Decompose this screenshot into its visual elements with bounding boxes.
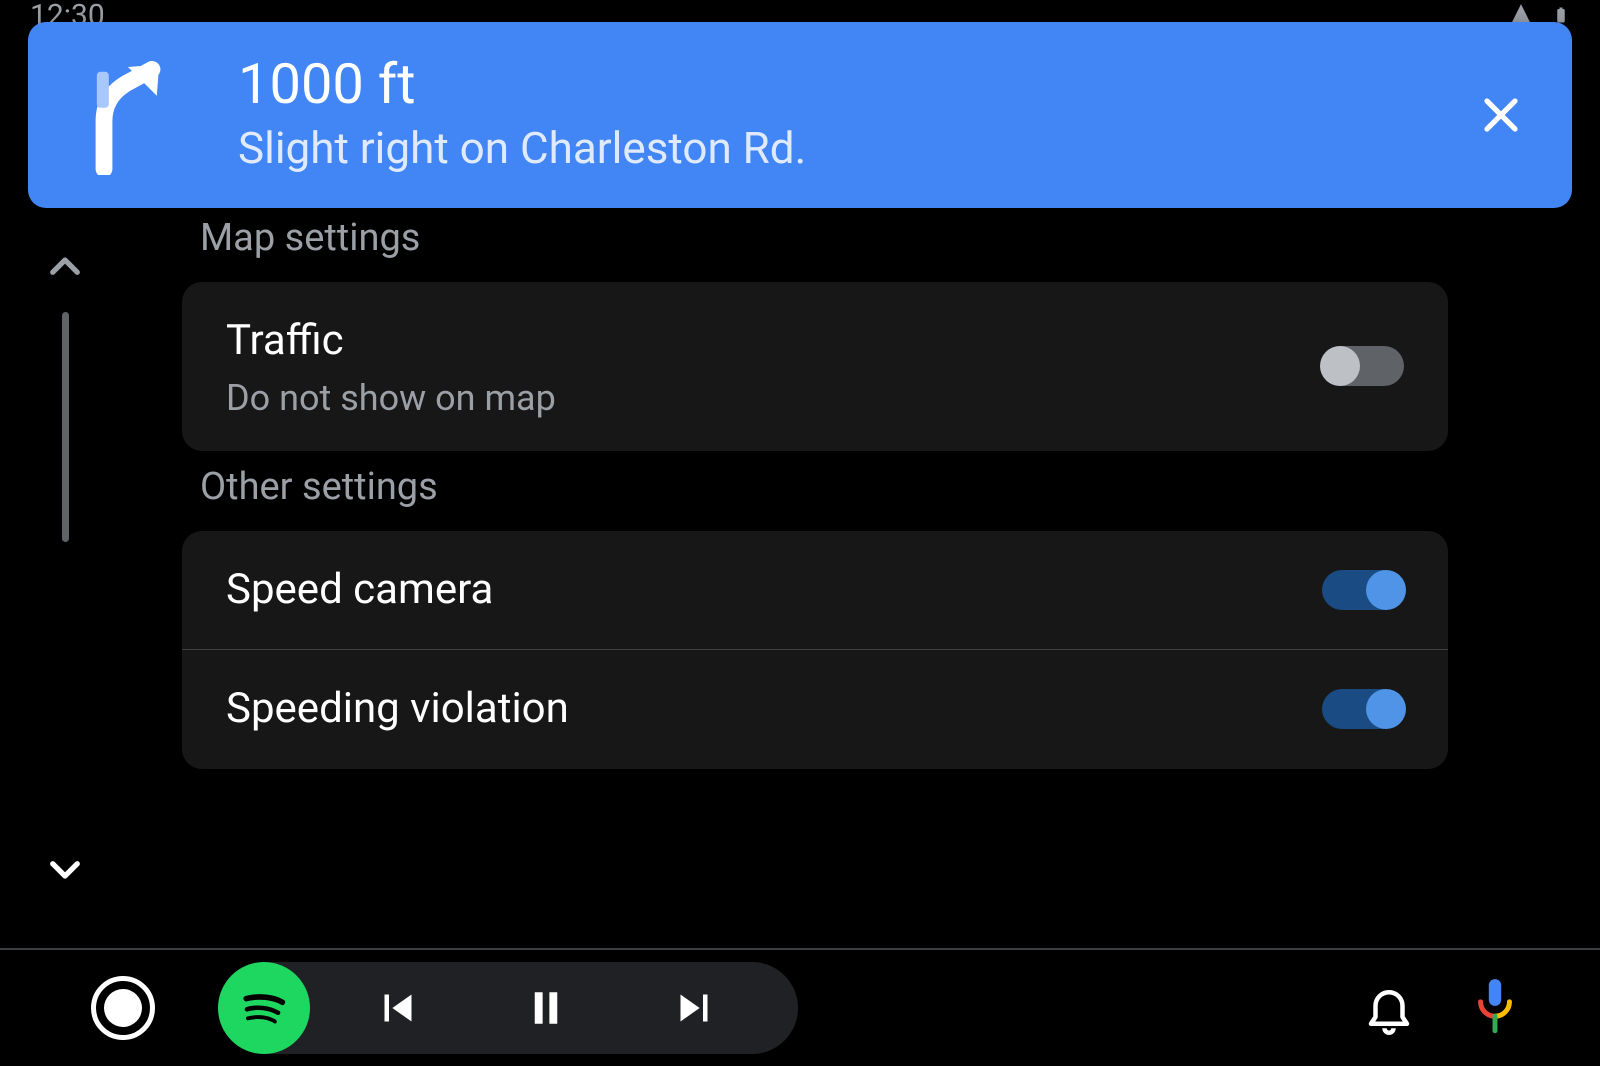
setting-subtitle: Do not show on map: [226, 377, 556, 419]
close-icon: [1477, 91, 1525, 139]
toggle-knob: [1320, 346, 1360, 386]
setting-row-speed-camera[interactable]: Speed camera: [182, 531, 1448, 650]
media-play-pause-button[interactable]: [486, 968, 606, 1048]
scroll-track: [62, 312, 69, 824]
google-mic-icon: [1470, 977, 1520, 1039]
setting-title: Speeding violation: [226, 682, 569, 737]
traffic-toggle[interactable]: [1322, 346, 1404, 386]
navigation-banner[interactable]: 1000 ft Slight right on Charleston Rd.: [28, 22, 1572, 208]
media-previous-button[interactable]: [338, 968, 458, 1048]
skip-next-icon: [667, 981, 721, 1035]
close-banner-button[interactable]: [1470, 84, 1532, 146]
skip-previous-icon: [371, 981, 425, 1035]
setting-title: Traffic: [226, 314, 556, 369]
system-bar: [0, 948, 1600, 1066]
settings-list: Map settings Traffic Do not show on map …: [182, 212, 1448, 948]
turn-slight-right-icon: [68, 55, 188, 175]
speeding-violation-toggle[interactable]: [1322, 689, 1404, 729]
scroll-up-icon[interactable]: [44, 246, 86, 288]
toggle-knob: [1366, 689, 1406, 729]
launcher-button[interactable]: [90, 975, 156, 1041]
toggle-knob: [1366, 570, 1406, 610]
scroll-down-icon[interactable]: [44, 848, 86, 890]
scroll-indicator[interactable]: [40, 246, 90, 890]
card-map-settings: Traffic Do not show on map: [182, 282, 1448, 451]
assistant-mic-button[interactable]: [1462, 975, 1528, 1041]
setting-title: Speed camera: [226, 563, 493, 618]
launcher-icon: [91, 976, 155, 1040]
section-header-other-settings: Other settings: [200, 465, 1448, 509]
pause-icon: [519, 981, 573, 1035]
nav-distance: 1000 ft: [238, 56, 1470, 112]
bell-icon: [1362, 981, 1416, 1035]
spotify-app-button[interactable]: [218, 962, 310, 1054]
speed-camera-toggle[interactable]: [1322, 570, 1404, 610]
setting-row-speeding-violation[interactable]: Speeding violation: [182, 649, 1448, 769]
card-other-settings: Speed camera Speeding violation: [182, 531, 1448, 769]
media-control-pill: [218, 962, 798, 1054]
media-next-button[interactable]: [634, 968, 754, 1048]
nav-instruction: Slight right on Charleston Rd.: [238, 122, 1470, 174]
setting-row-traffic[interactable]: Traffic Do not show on map: [182, 282, 1448, 451]
notifications-button[interactable]: [1356, 975, 1422, 1041]
section-header-map-settings: Map settings: [200, 216, 1448, 260]
scroll-thumb[interactable]: [62, 312, 69, 542]
spotify-icon: [229, 973, 299, 1043]
